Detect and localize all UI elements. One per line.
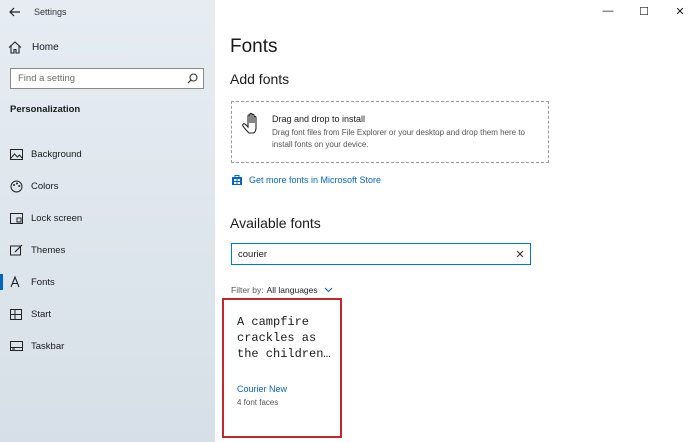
drag-hand-icon — [241, 112, 263, 141]
language-filter[interactable]: Filter by: All languages — [231, 285, 333, 295]
section-header: Personalization — [10, 104, 81, 115]
drop-zone-description: Drag font files from File Explorer or yo… — [272, 128, 526, 149]
nav-item-fonts[interactable]: Fonts — [0, 266, 215, 298]
font-card-courier-new[interactable]: A campfire crackles as the children… Cou… — [222, 298, 342, 438]
nav-item-label: Start — [31, 308, 52, 320]
search-icon[interactable] — [181, 73, 203, 84]
available-fonts-heading: Available fonts — [230, 215, 321, 231]
filter-value: All languages — [266, 285, 318, 295]
font-faces-count: 4 font faces — [237, 398, 279, 407]
main-content: Fonts Add fonts Drag and drop to install… — [215, 0, 698, 442]
drop-zone-title: Drag and drop to install — [272, 114, 366, 124]
nav-item-label: Lock screen — [31, 212, 83, 224]
nav-item-label: Colors — [31, 180, 59, 192]
font-preview-text: A campfire crackles as the children… — [237, 315, 331, 361]
personalization-nav: Background Colors Lock screen Themes Fon… — [0, 138, 215, 362]
chevron-down-icon — [324, 285, 333, 295]
nav-item-label: Taskbar — [31, 340, 65, 352]
title-bar: Settings — [0, 0, 215, 24]
store-bag-icon — [232, 175, 242, 185]
home-nav-item[interactable]: Home — [8, 36, 59, 58]
lock-screen-icon — [1, 212, 31, 224]
app-title: Settings — [34, 7, 67, 17]
nav-item-label: Themes — [31, 244, 66, 256]
nav-item-lock-screen[interactable]: Lock screen — [0, 202, 215, 234]
home-icon — [8, 40, 22, 54]
settings-search-input[interactable] — [11, 73, 181, 84]
settings-search-box[interactable] — [10, 68, 204, 89]
back-button[interactable] — [0, 0, 30, 24]
font-search-box[interactable]: ✕ — [231, 243, 531, 265]
home-label: Home — [32, 41, 59, 53]
microsoft-store-link[interactable]: Get more fonts in Microsoft Store — [231, 174, 381, 186]
image-icon — [1, 148, 31, 160]
font-icon — [1, 276, 31, 288]
brush-icon — [1, 244, 31, 256]
store-link-label: Get more fonts in Microsoft Store — [249, 175, 382, 185]
start-grid-icon — [1, 308, 31, 320]
nav-item-start[interactable]: Start — [0, 298, 215, 330]
clear-search-icon[interactable]: ✕ — [510, 248, 530, 261]
back-arrow-icon — [9, 7, 20, 17]
sidebar: Settings Home Personalization Background… — [0, 0, 215, 442]
nav-item-taskbar[interactable]: Taskbar — [0, 330, 215, 362]
filter-label: Filter by: — [231, 285, 264, 295]
font-name: Courier New — [237, 384, 288, 394]
taskbar-icon — [1, 341, 31, 351]
palette-icon — [1, 180, 31, 193]
nav-item-label: Background — [31, 148, 82, 160]
page-title: Fonts — [230, 36, 278, 57]
font-drop-zone[interactable]: Drag and drop to install Drag font files… — [231, 101, 549, 163]
nav-item-background[interactable]: Background — [0, 138, 215, 170]
add-fonts-heading: Add fonts — [230, 71, 290, 87]
nav-item-themes[interactable]: Themes — [0, 234, 215, 266]
nav-item-colors[interactable]: Colors — [0, 170, 215, 202]
font-search-input[interactable] — [232, 248, 510, 260]
nav-item-label: Fonts — [31, 276, 55, 288]
